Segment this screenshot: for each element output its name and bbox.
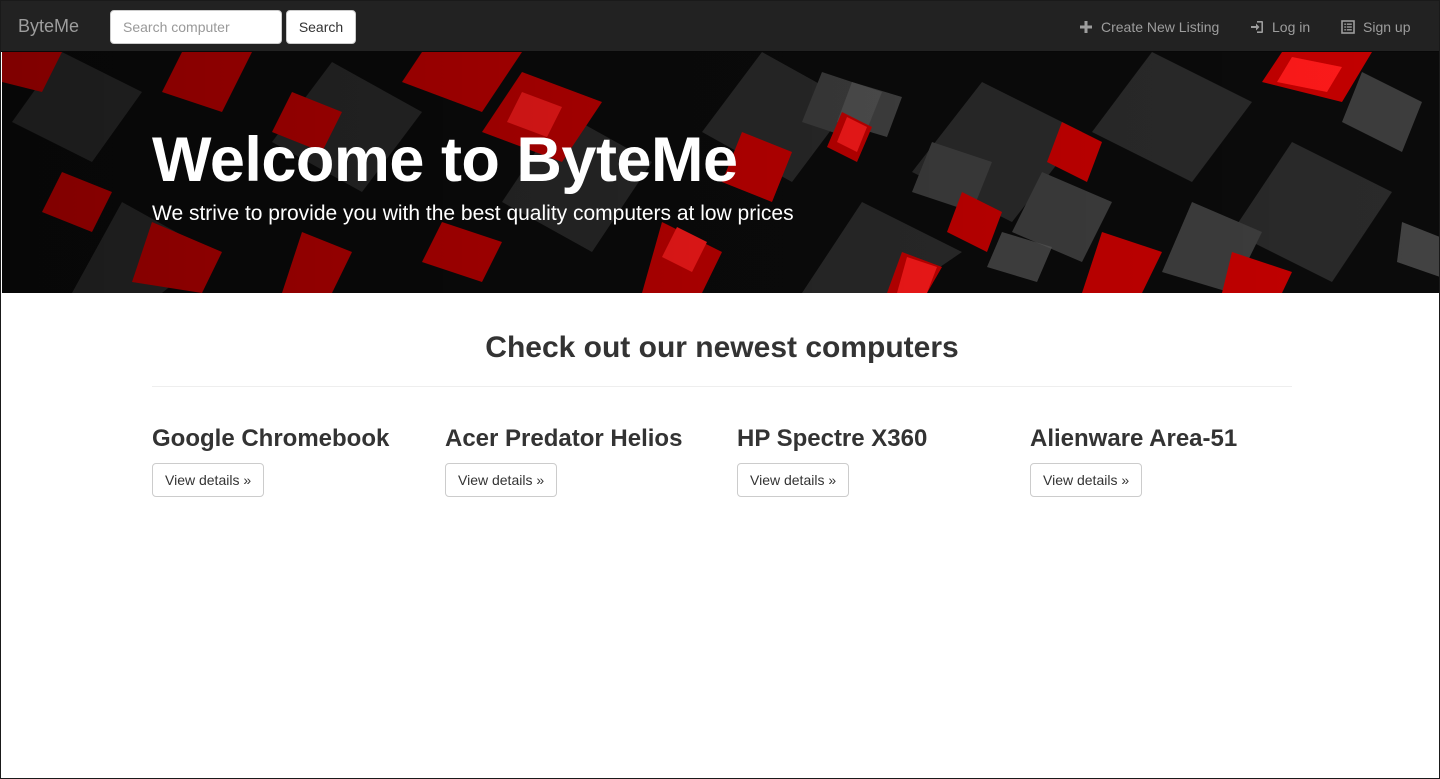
product-card: HP Spectre X360 View details »	[737, 425, 1007, 497]
search-input[interactable]	[110, 10, 282, 44]
page: ByteMe Search Create New Listing Log in	[0, 0, 1440, 779]
sign-up-label: Sign up	[1363, 18, 1411, 35]
hero-title: Welcome to ByteMe	[152, 125, 738, 195]
view-details-button[interactable]: View details »	[445, 463, 558, 497]
brand-logo[interactable]: ByteMe	[18, 16, 79, 37]
view-details-button[interactable]: View details »	[152, 463, 265, 497]
hero-subtitle: We strive to provide you with the best q…	[152, 202, 794, 225]
sign-up-link[interactable]: Sign up	[1341, 19, 1410, 35]
product-title: HP Spectre X360	[737, 425, 928, 452]
hero-banner: Welcome to ByteMe We strive to provide y…	[2, 52, 1439, 293]
plus-icon	[1079, 20, 1093, 34]
product-card: Alienware Area-51 View details »	[1030, 425, 1300, 497]
navbar: ByteMe Search Create New Listing Log in	[1, 1, 1439, 52]
search-button[interactable]: Search	[286, 10, 356, 44]
view-details-button[interactable]: View details »	[1030, 463, 1143, 497]
create-listing-label: Create New Listing	[1101, 18, 1220, 35]
log-in-label: Log in	[1272, 18, 1311, 35]
nav-sign-up[interactable]: Sign up	[1341, 1, 1410, 52]
log-in-icon	[1250, 20, 1264, 34]
product-title: Alienware Area-51	[1030, 425, 1238, 452]
product-card: Google Chromebook View details »	[152, 425, 422, 497]
log-in-link[interactable]: Log in	[1250, 19, 1310, 35]
product-title: Google Chromebook	[152, 425, 390, 452]
nav-log-in[interactable]: Log in	[1250, 1, 1310, 52]
create-listing-link[interactable]: Create New Listing	[1079, 19, 1219, 35]
product-title: Acer Predator Helios	[445, 425, 683, 452]
view-details-button[interactable]: View details »	[737, 463, 850, 497]
nav-create-listing[interactable]: Create New Listing	[1079, 1, 1219, 52]
product-card: Acer Predator Helios View details »	[445, 425, 715, 497]
list-alt-icon	[1341, 19, 1355, 34]
section-title: Check out our newest computers	[485, 331, 959, 364]
section-divider	[152, 386, 1292, 387]
